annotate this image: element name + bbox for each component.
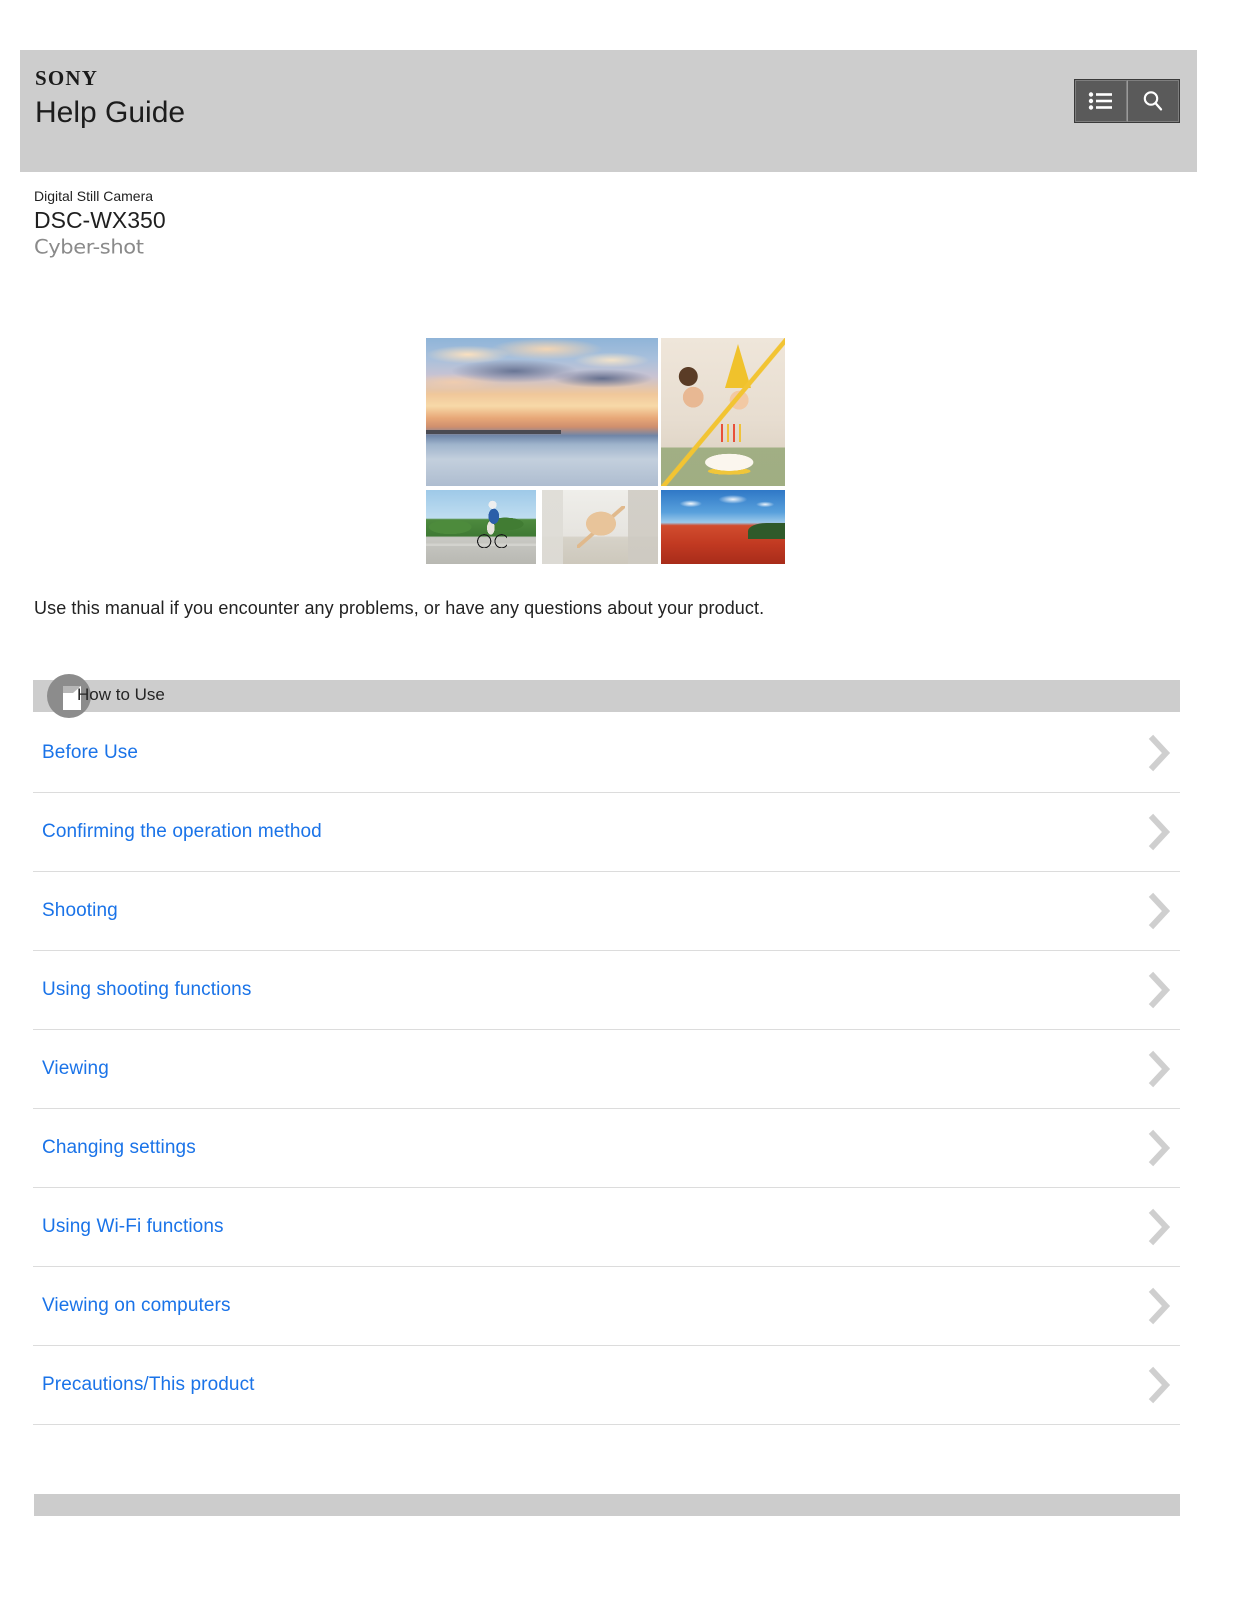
menu-item-using-shooting-functions[interactable]: Using shooting functions — [33, 951, 1180, 1030]
menu-item-label: Viewing — [42, 1058, 109, 1079]
footer-bar — [34, 1494, 1180, 1516]
intro-text: Use this manual if you encounter any pro… — [34, 598, 765, 618]
site-header: SONY Help Guide — [20, 50, 1197, 172]
chevron-right-icon — [1148, 1208, 1171, 1246]
chevron-right-icon — [1148, 892, 1171, 930]
party-hat-shape — [725, 343, 752, 388]
chevron-right-icon — [1148, 813, 1171, 851]
menu-item-label: Shooting — [42, 900, 118, 921]
header-button-group — [1074, 79, 1180, 123]
menu-item-label: Changing settings — [42, 1137, 196, 1158]
how-to-use-menu: Before Use Confirming the operation meth… — [33, 714, 1180, 1425]
photo-cat — [542, 490, 658, 564]
menu-item-label: Viewing on computers — [42, 1295, 231, 1316]
chevron-right-icon — [1148, 734, 1171, 772]
chevron-right-icon — [1148, 1366, 1171, 1404]
help-guide-page: SONY Help Guide Digital Still Camera DSC… — [0, 0, 1237, 1600]
menu-item-before-use[interactable]: Before Use — [33, 714, 1180, 793]
chevron-right-icon — [1148, 971, 1171, 1009]
menu-item-confirming-the-operation-method[interactable]: Confirming the operation method — [33, 793, 1180, 872]
menu-item-changing-settings[interactable]: Changing settings — [33, 1109, 1180, 1188]
menu-item-precautions-this-product[interactable]: Precautions/This product — [33, 1346, 1180, 1425]
product-identity: Digital Still Camera DSC-WX350 Cyber-sho… — [34, 188, 166, 261]
menu-item-label: Using shooting functions — [42, 979, 252, 1000]
section-title: How to Use — [77, 685, 165, 704]
chevron-right-icon — [1148, 1287, 1171, 1325]
photo-birthday-party — [661, 338, 785, 486]
menu-item-label: Before Use — [42, 742, 139, 763]
chevron-right-icon — [1148, 1050, 1171, 1088]
contents-list-button[interactable] — [1075, 80, 1127, 122]
photo-poppy-field — [661, 490, 785, 564]
list-icon — [1088, 92, 1112, 110]
menu-item-shooting[interactable]: Shooting — [33, 872, 1180, 951]
menu-item-label: Using Wi-Fi functions — [42, 1216, 224, 1237]
hero-photo-collage — [426, 338, 785, 564]
sony-logo: SONY — [35, 66, 99, 90]
candles-shape — [720, 423, 747, 442]
photo-cyclist — [426, 490, 536, 564]
product-category: Digital Still Camera — [34, 188, 154, 204]
menu-item-label: Precautions/This product — [42, 1374, 255, 1395]
product-series-logo: Cyber-shot — [34, 235, 144, 258]
menu-item-viewing[interactable]: Viewing — [33, 1030, 1180, 1109]
menu-item-using-wi-fi-functions[interactable]: Using Wi-Fi functions — [33, 1188, 1180, 1267]
search-icon — [1143, 91, 1163, 111]
menu-item-viewing-on-computers[interactable]: Viewing on computers — [33, 1267, 1180, 1346]
search-button[interactable] — [1127, 80, 1179, 122]
page-title: Help Guide — [35, 96, 186, 129]
chevron-right-icon — [1148, 1129, 1171, 1167]
menu-item-label: Confirming the operation method — [42, 821, 322, 842]
photo-sunset-beach — [426, 338, 658, 486]
product-model: DSC-WX350 — [34, 207, 166, 233]
section-header-how-to-use: How to Use — [33, 674, 1180, 718]
